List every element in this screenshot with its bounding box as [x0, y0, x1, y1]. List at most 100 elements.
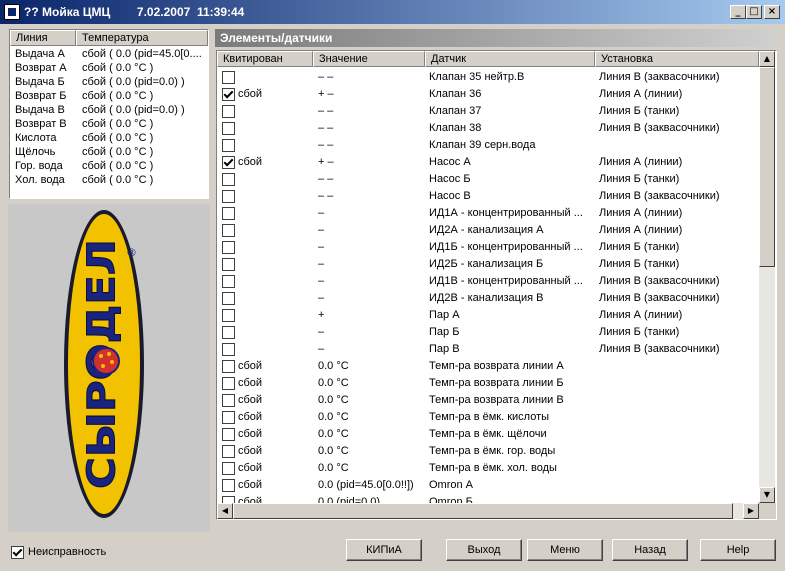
column-header-installation[interactable]: Установка — [595, 51, 759, 67]
minimize-button[interactable]: _ — [730, 5, 746, 19]
row-installation: Линия В (заквасочники) — [599, 71, 720, 83]
row-value: – — [318, 343, 325, 355]
horizontal-scroll-thumb[interactable] — [233, 503, 733, 519]
sensor-row[interactable]: – ИД2В - канализация В Линия В (заквасочни… — [217, 290, 759, 307]
acknowledge-checkbox[interactable] — [222, 377, 235, 390]
acknowledge-checkbox[interactable] — [222, 224, 235, 237]
line-name: Кислота — [15, 132, 57, 144]
acknowledge-checkbox[interactable] — [222, 190, 235, 203]
row-value: – — [318, 207, 325, 219]
column-header-value[interactable]: Значение — [313, 51, 425, 67]
acknowledge-checkbox[interactable] — [222, 411, 235, 424]
acknowledge-checkbox[interactable] — [222, 343, 235, 356]
sensor-row[interactable]: сбой 0.0 °C Темп-ра в ёмк. кислоты — [217, 409, 759, 426]
acknowledge-checkbox[interactable] — [222, 71, 235, 84]
acknowledge-checkbox[interactable] — [222, 173, 235, 186]
scroll-right-button[interactable]: ▶ — [743, 503, 759, 519]
sensor-row[interactable]: – – Клапан 38 Линия В (заквасочники) — [217, 120, 759, 137]
acknowledge-checkbox[interactable] — [222, 156, 235, 169]
sensor-row[interactable]: сбой 0.0 °C Темп-ра возврата линии В — [217, 392, 759, 409]
row-sensor: Пар В — [429, 343, 460, 355]
row-installation: Линия Б (танки) — [599, 241, 680, 253]
acknowledge-checkbox[interactable] — [222, 275, 235, 288]
acknowledge-checkbox[interactable] — [222, 309, 235, 322]
sensor-row[interactable]: – – Клапан 39 серн.вода — [217, 137, 759, 154]
acknowledge-checkbox[interactable] — [222, 445, 235, 458]
sensor-row[interactable]: + Пар А Линия А (линии) — [217, 307, 759, 324]
sensor-row[interactable]: – ИД2А - канализация А Линия А (линии) — [217, 222, 759, 239]
column-header-sensor[interactable]: Датчик — [425, 51, 595, 67]
row-installation: Линия А (линии) — [599, 309, 683, 321]
sensor-row[interactable]: сбой 0.0 °C Темп-ра возврата линии Б — [217, 375, 759, 392]
column-header-line[interactable]: Линия — [10, 30, 76, 46]
scrollbar-corner — [759, 503, 776, 519]
sensor-row[interactable]: сбой 0.0 °C Темп-ра возврата линии А — [217, 358, 759, 375]
sensor-row[interactable]: – – Клапан 37 Линия Б (танки) — [217, 103, 759, 120]
row-sensor: Насос В — [429, 190, 471, 202]
row-sensor: Насос А — [429, 156, 471, 168]
acknowledge-checkbox[interactable] — [222, 139, 235, 152]
sensor-row[interactable]: – Пар В Линия В (заквасочники) — [217, 341, 759, 358]
sensor-row[interactable]: сбой 0.0 (pid=45.0[0.0!!]) Omron А — [217, 477, 759, 494]
line-name: Щёлочь — [15, 146, 56, 158]
fault-checkbox[interactable] — [11, 546, 24, 559]
lines-temperature-list[interactable]: Линия Температура Выдача А сбой ( 0.0 (pi… — [9, 29, 209, 199]
sensor-row[interactable]: сбой 0.0 °C Темп-ра в ёмк. гор. воды — [217, 443, 759, 460]
acknowledge-checkbox[interactable] — [222, 258, 235, 271]
line-temperature: сбой ( 0.0 (pid=0.0) ) — [82, 104, 185, 116]
row-sensor: Темп-ра в ёмк. гор. воды — [429, 445, 556, 457]
scroll-down-button[interactable]: ▼ — [759, 487, 775, 503]
row-sensor: Темп-ра возврата линии Б — [429, 377, 564, 389]
column-header-temperature[interactable]: Температура — [76, 30, 208, 46]
acknowledge-checkbox[interactable] — [222, 122, 235, 135]
sensor-row[interactable]: сбой + – Насос А Линия А (линии) — [217, 154, 759, 171]
row-value: 0.0 °C — [318, 428, 349, 440]
sensor-row[interactable]: – – Насос В Линия В (заквасочники) — [217, 188, 759, 205]
vertical-scroll-thumb[interactable] — [759, 67, 775, 267]
row-sensor: Темп-ра возврата линии А — [429, 360, 564, 372]
help-button[interactable]: Help — [700, 539, 776, 561]
menu-button[interactable]: Меню — [527, 539, 603, 561]
row-installation: Линия Б (танки) — [599, 326, 680, 338]
sensor-row[interactable]: – – Насос Б Линия Б (танки) — [217, 171, 759, 188]
app-icon[interactable] — [4, 4, 20, 20]
acknowledge-checkbox[interactable] — [222, 479, 235, 492]
row-installation: Линия В (заквасочники) — [599, 190, 720, 202]
acknowledge-checkbox[interactable] — [222, 292, 235, 305]
acknowledge-checkbox[interactable] — [222, 428, 235, 441]
sensor-row[interactable]: сбой 0.0 °C Темп-ра в ёмк. щёлочи — [217, 426, 759, 443]
acknowledge-checkbox[interactable] — [222, 88, 235, 101]
back-button[interactable]: Назад — [612, 539, 688, 561]
sensor-row[interactable]: – ИД1В - концентрированный ... Линия В (за… — [217, 273, 759, 290]
column-header-acknowledged[interactable]: Квитирован — [217, 51, 313, 67]
row-sensor: ИД1В - концентрированный ... — [429, 275, 583, 287]
sensor-row[interactable]: сбой 0.0 °C Темп-ра в ёмк. хол. воды — [217, 460, 759, 477]
elements-sensors-grid[interactable]: Квитирован Значение Датчик Установка сбо… — [216, 50, 777, 520]
close-button[interactable]: × — [764, 5, 780, 19]
line-temperature: сбой ( 0.0 °C ) — [82, 160, 154, 172]
acknowledge-checkbox[interactable] — [222, 462, 235, 475]
row-value: – — [318, 241, 325, 253]
acknowledge-checkbox[interactable] — [222, 360, 235, 373]
acknowledge-checkbox[interactable] — [222, 241, 235, 254]
window-title: ?? Мойка ЦМЦ 7.02.2007 11:39:44 — [24, 5, 245, 19]
kipia-button[interactable]: КИПиА — [346, 539, 422, 561]
registered-mark: ® — [126, 246, 137, 259]
sensor-row[interactable]: – – Клапан 35 нейтр.В Линия В (заквасочник… — [217, 69, 759, 86]
acknowledge-checkbox[interactable] — [222, 394, 235, 407]
scroll-up-button[interactable]: ▲ — [759, 51, 775, 67]
scroll-left-button[interactable]: ◀ — [217, 503, 233, 519]
sensor-row[interactable]: – ИД2Б - канализация Б Линия Б (танки) — [217, 256, 759, 273]
acknowledge-checkbox[interactable] — [222, 105, 235, 118]
acknowledge-checkbox[interactable] — [222, 326, 235, 339]
row-sensor: ИД1А - концентрированный ... — [429, 207, 583, 219]
sensor-row[interactable]: – ИД1А - концентрированный ... Линия А (ли… — [217, 205, 759, 222]
exit-button[interactable]: Выход — [446, 539, 522, 561]
acknowledge-checkbox[interactable] — [222, 207, 235, 220]
line-name: Хол. вода — [15, 174, 65, 186]
row-status: сбой — [238, 479, 263, 491]
sensor-row[interactable]: – ИД1Б - концентрированный ... Линия Б (та… — [217, 239, 759, 256]
sensor-row[interactable]: сбой + – Клапан 36 Линия А (линии) — [217, 86, 759, 103]
sensor-row[interactable]: – Пар Б Линия Б (танки) — [217, 324, 759, 341]
maximize-button[interactable]: □ — [746, 5, 762, 19]
